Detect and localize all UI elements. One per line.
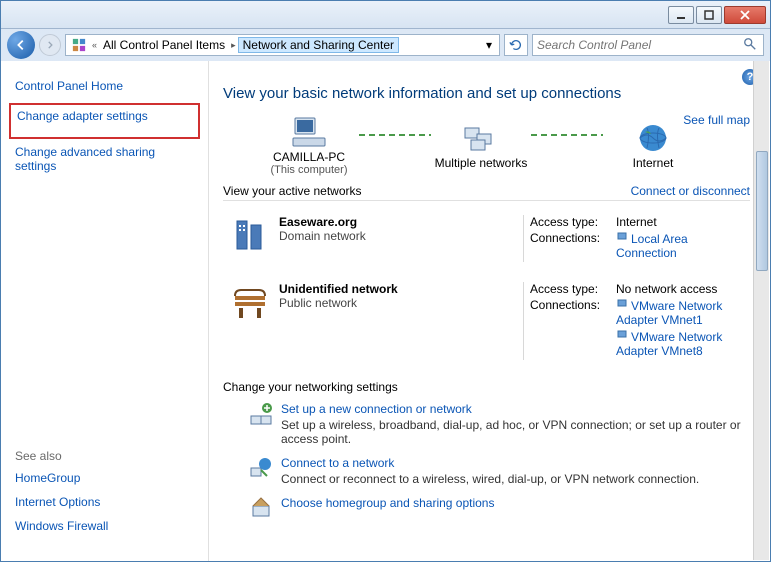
windows-firewall-link[interactable]: Windows Firewall (15, 519, 108, 533)
setup-connection-desc: Set up a wireless, broadband, dial-up, a… (281, 418, 750, 446)
main-panel: ? View your basic network information an… (209, 61, 770, 561)
address-row: « All Control Panel Items ▸ Network and … (1, 29, 770, 61)
connection-link-vmnet8[interactable]: VMware Network Adapter VMnet8 (616, 329, 750, 358)
public-network-icon (223, 282, 279, 360)
chevron-icon: « (90, 40, 99, 50)
pc-name-label: CAMILLA-PC (273, 150, 345, 164)
networking-settings-header: Change your networking settings (223, 380, 750, 394)
setup-connection-icon (249, 402, 281, 446)
search-icon[interactable] (743, 37, 759, 53)
computer-icon (291, 116, 327, 148)
change-advanced-sharing-link[interactable]: Change advanced sharing settings (15, 145, 194, 173)
connect-network-icon (249, 456, 281, 486)
homegroup-sharing-link[interactable]: Choose homegroup and sharing options (281, 496, 750, 510)
scrollbar[interactable] (753, 61, 769, 560)
close-button[interactable] (724, 6, 766, 24)
connections-key: Connections: (530, 298, 616, 327)
adapter-icon (616, 298, 628, 310)
minimize-button[interactable] (668, 6, 694, 24)
network-item-domain: Easeware.org Domain network Access type:… (223, 205, 750, 272)
connect-network-link[interactable]: Connect to a network (281, 456, 750, 470)
network-type: Public network (279, 296, 517, 310)
internet-options-link[interactable]: Internet Options (15, 495, 108, 509)
chevron-icon: ▸ (229, 40, 238, 51)
adapter-icon (616, 329, 628, 341)
divider (523, 215, 524, 262)
active-networks-header: View your active networks Connect or dis… (223, 184, 750, 201)
titlebar (1, 1, 770, 29)
highlight-box: Change adapter settings (9, 103, 200, 139)
page-heading: View your basic network information and … (223, 85, 750, 102)
network-node-internet[interactable]: Internet (603, 122, 703, 170)
control-panel-icon (71, 37, 87, 53)
access-type-key: Access type: (530, 282, 616, 296)
network-type: Domain network (279, 229, 517, 243)
maximize-button[interactable] (696, 6, 722, 24)
network-node-multi[interactable]: Multiple networks (431, 122, 531, 170)
connection-line (531, 134, 603, 136)
globe-icon (637, 122, 669, 154)
homegroup-link[interactable]: HomeGroup (15, 471, 108, 485)
setup-connection-link[interactable]: Set up a new connection or network (281, 402, 750, 416)
network-node-pc[interactable]: CAMILLA-PC (This computer) (259, 116, 359, 176)
task-setup-connection: Set up a new connection or network Set u… (223, 402, 750, 446)
adapter-icon (616, 231, 628, 243)
pc-sub-label: (This computer) (270, 164, 347, 176)
control-panel-home-link[interactable]: Control Panel Home (15, 79, 194, 93)
network-item-unidentified: Unidentified network Public network Acce… (223, 272, 750, 370)
network-name: Unidentified network (279, 282, 517, 296)
search-box[interactable] (532, 34, 764, 56)
content-area: Control Panel Home Change adapter settin… (1, 61, 770, 561)
connection-link[interactable]: Local Area Connection (616, 231, 750, 260)
network-map: CAMILLA-PC (This computer) Multiple netw… (223, 116, 750, 176)
window-frame: « All Control Panel Items ▸ Network and … (0, 0, 771, 562)
scrollbar-thumb[interactable] (756, 151, 768, 271)
sidebar: Control Panel Home Change adapter settin… (1, 61, 209, 561)
see-full-map-link[interactable]: See full map (683, 113, 750, 127)
connection-link-vmnet1[interactable]: VMware Network Adapter VMnet1 (616, 298, 750, 327)
task-homegroup-sharing: Choose homegroup and sharing options (223, 496, 750, 520)
refresh-button[interactable] (504, 34, 528, 56)
connect-network-desc: Connect or reconnect to a wireless, wire… (281, 472, 750, 486)
network-icon (463, 122, 499, 154)
task-connect-network: Connect to a network Connect or reconnec… (223, 456, 750, 486)
address-dropdown-icon[interactable]: ▾ (481, 38, 497, 52)
breadcrumb-prev[interactable]: All Control Panel Items (99, 38, 229, 52)
connections-key: Connections: (530, 231, 616, 260)
homegroup-icon (249, 496, 281, 520)
internet-label: Internet (633, 156, 674, 170)
see-also-section: See also HomeGroup Internet Options Wind… (15, 449, 108, 543)
search-input[interactable] (537, 38, 743, 52)
domain-network-icon (223, 215, 279, 262)
access-type-key: Access type: (530, 215, 616, 229)
divider (523, 282, 524, 360)
connect-disconnect-link[interactable]: Connect or disconnect (631, 184, 750, 198)
access-type-value: Internet (616, 215, 750, 229)
connection-line (359, 134, 431, 136)
network-name: Easeware.org (279, 215, 517, 229)
address-bar[interactable]: « All Control Panel Items ▸ Network and … (65, 34, 500, 56)
see-also-label: See also (15, 449, 108, 463)
access-type-value: No network access (616, 282, 750, 296)
breadcrumb-current[interactable]: Network and Sharing Center (238, 37, 399, 53)
nav-forward-button[interactable] (39, 34, 61, 56)
multi-networks-label: Multiple networks (435, 156, 528, 170)
nav-back-button[interactable] (7, 31, 35, 59)
active-head-label: View your active networks (223, 184, 362, 198)
change-adapter-settings-link[interactable]: Change adapter settings (17, 109, 192, 123)
